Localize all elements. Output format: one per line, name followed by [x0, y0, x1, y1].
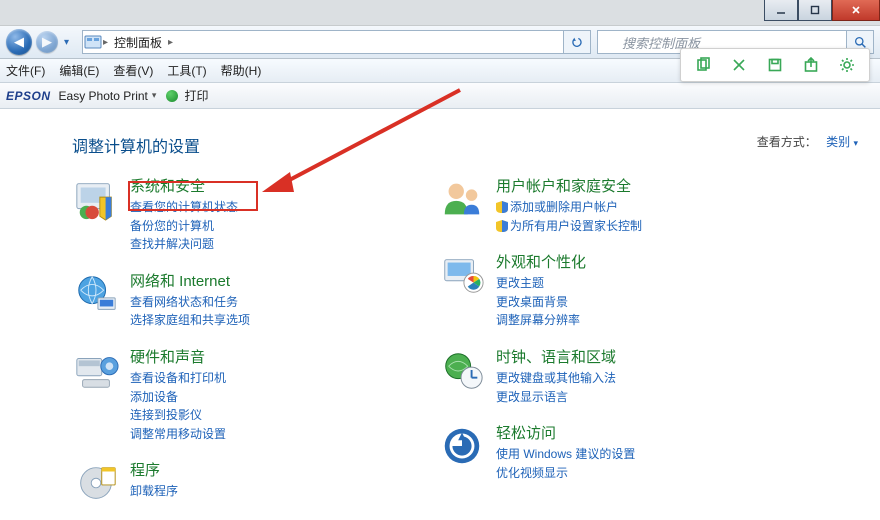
category-title[interactable]: 轻松访问: [496, 422, 635, 443]
breadcrumb-segment[interactable]: 控制面板: [108, 34, 168, 51]
category-sublink[interactable]: 更改显示语言: [496, 390, 568, 404]
address-location[interactable]: ▸ 控制面板 ▸: [82, 30, 564, 54]
category-sublink[interactable]: 为所有用户设置家长控制: [510, 219, 642, 233]
category-sublink[interactable]: 调整屏幕分辨率: [496, 313, 580, 327]
menu-file[interactable]: 文件(F): [6, 62, 45, 79]
category-sublink[interactable]: 卸载程序: [130, 484, 178, 498]
control-panel-icon: [83, 33, 103, 51]
appearance-icon: [438, 251, 486, 299]
epson-toolbar: EPSON Easy Photo Print ▾ 打印: [0, 83, 880, 109]
overlay-copy-button[interactable]: [689, 53, 717, 77]
category-sublink[interactable]: 查找并解决问题: [130, 237, 214, 251]
programs-icon: [72, 459, 120, 507]
menu-edit[interactable]: 编辑(E): [59, 62, 99, 79]
category-sublink[interactable]: 更改键盘或其他输入法: [496, 371, 616, 385]
uac-shield-icon: [496, 200, 508, 212]
category-title[interactable]: 网络和 Internet: [130, 270, 250, 291]
network-icon: [72, 270, 120, 318]
epson-print-icon[interactable]: [166, 90, 178, 102]
category-hardware-sound: 硬件和声音 查看设备和打印机 添加设备 连接到投影仪 调整常用移动设置: [72, 346, 402, 443]
category-sublink[interactable]: 查看设备和打印机: [130, 371, 226, 385]
category-sublink[interactable]: 优化视频显示: [496, 466, 568, 480]
maximize-button[interactable]: [798, 0, 832, 21]
category-sublink[interactable]: 调整常用移动设置: [130, 427, 226, 441]
view-by-drop-icon[interactable]: ▾: [853, 138, 858, 148]
category-ease-of-access: 轻松访问 使用 Windows 建议的设置 优化视频显示: [438, 422, 768, 482]
menu-tools[interactable]: 工具(T): [167, 62, 206, 79]
menu-view[interactable]: 查看(V): [113, 62, 153, 79]
uac-shield-icon: [496, 219, 508, 231]
minimize-button[interactable]: [764, 0, 798, 21]
view-by-value[interactable]: 类别: [826, 135, 850, 149]
window-tab-strip: [0, 0, 880, 26]
category-sublink[interactable]: 添加或删除用户帐户: [510, 200, 618, 214]
category-column-right: 用户帐户和家庭安全 添加或删除用户帐户 为所有用户设置家长控制 外观和个性化 更…: [438, 175, 768, 520]
category-sublink[interactable]: 更改主题: [496, 276, 544, 290]
annotation-highlight-box: [128, 181, 258, 211]
overlay-expand-button[interactable]: [725, 53, 753, 77]
menu-help[interactable]: 帮助(H): [221, 62, 262, 79]
category-clock-lang-region: 时钟、语言和区域 更改键盘或其他输入法 更改显示语言: [438, 346, 768, 406]
overlay-settings-button[interactable]: [833, 53, 861, 77]
history-drop-icon[interactable]: ▾: [64, 37, 76, 48]
view-by: 查看方式： 类别 ▾: [757, 133, 858, 150]
category-sublink[interactable]: 选择家庭组和共享选项: [130, 313, 250, 327]
category-title[interactable]: 用户帐户和家庭安全: [496, 175, 642, 196]
close-button[interactable]: [832, 0, 880, 21]
hardware-sound-icon: [72, 346, 120, 394]
back-button[interactable]: ◀: [6, 29, 32, 55]
category-column-left: 系统和安全 查看您的计算机状态 备份您的计算机 查找并解决问题 网络和 Inte…: [72, 175, 402, 520]
overlay-toolbar: [680, 48, 870, 82]
epson-print-label[interactable]: 打印: [184, 87, 208, 104]
epson-drop-icon[interactable]: ▾: [152, 90, 157, 101]
category-title[interactable]: 外观和个性化: [496, 251, 586, 272]
category-title[interactable]: 程序: [130, 459, 178, 480]
breadcrumb-sep-icon: ▸: [168, 37, 173, 48]
system-security-icon: [72, 175, 120, 223]
epson-product-label: Easy Photo Print: [59, 89, 148, 103]
refresh-button[interactable]: [564, 30, 591, 54]
overlay-save-button[interactable]: [761, 53, 789, 77]
category-sublink[interactable]: 更改桌面背景: [496, 295, 568, 309]
epson-brand-label: EPSON: [6, 89, 51, 103]
window-caption-buttons: [764, 0, 880, 21]
overlay-share-button[interactable]: [797, 53, 825, 77]
category-appearance: 外观和个性化 更改主题 更改桌面背景 调整屏幕分辨率: [438, 251, 768, 330]
ease-of-access-icon: [438, 422, 486, 470]
category-sublink[interactable]: 添加设备: [130, 390, 178, 404]
category-network: 网络和 Internet 查看网络状态和任务 选择家庭组和共享选项: [72, 270, 402, 330]
clock-lang-region-icon: [438, 346, 486, 394]
category-sublink[interactable]: 使用 Windows 建议的设置: [496, 447, 635, 461]
category-sublink[interactable]: 连接到投影仪: [130, 408, 202, 422]
category-title[interactable]: 时钟、语言和区域: [496, 346, 616, 367]
content-area: 调整计算机的设置 查看方式： 类别 ▾ 系统和安全 查看您的计算机状态 备份您的…: [0, 109, 880, 520]
view-by-label: 查看方式：: [757, 135, 817, 149]
category-user-accounts: 用户帐户和家庭安全 添加或删除用户帐户 为所有用户设置家长控制: [438, 175, 768, 235]
category-sublink[interactable]: 查看网络状态和任务: [130, 295, 238, 309]
category-title[interactable]: 硬件和声音: [130, 346, 226, 367]
category-sublink[interactable]: 备份您的计算机: [130, 219, 214, 233]
category-programs: 程序 卸载程序: [72, 459, 402, 507]
forward-button[interactable]: ▶: [36, 31, 58, 53]
user-accounts-icon: [438, 175, 486, 223]
